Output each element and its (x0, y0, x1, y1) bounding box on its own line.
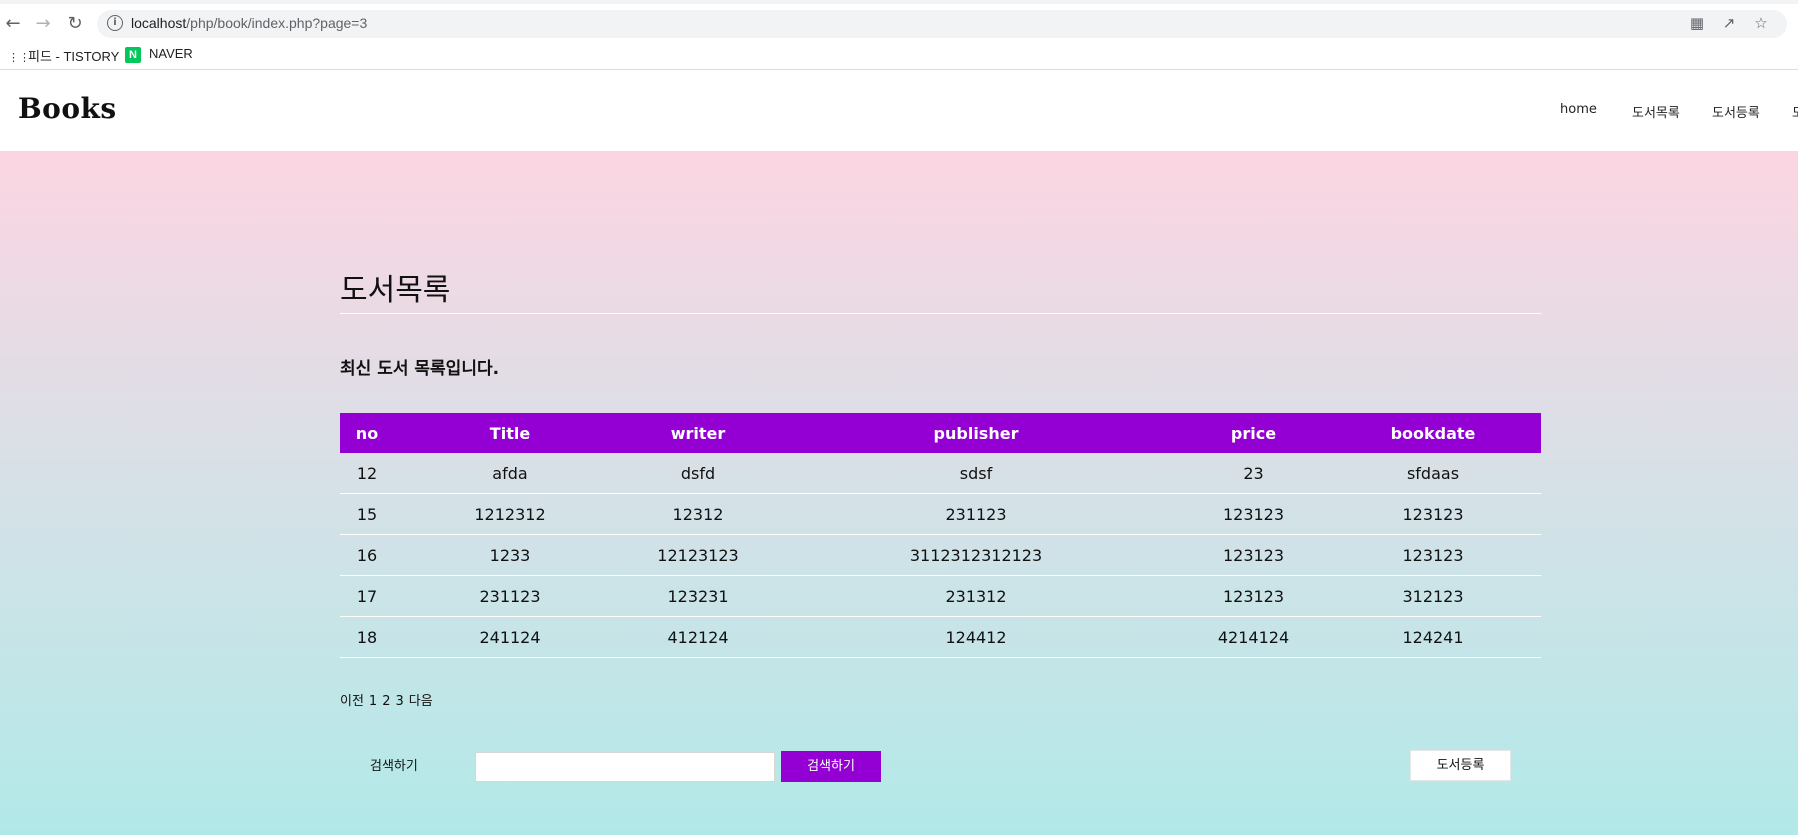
books-table: no Title writer publisher price bookdate… (340, 413, 1541, 658)
search-label: 검색하기 (370, 759, 418, 774)
nav-book-register[interactable]: 도서등록 (1712, 102, 1760, 121)
cell-publisher: 231312 (770, 575, 1182, 617)
header-title: Title (394, 413, 626, 453)
cell-bookdate: 123123 (1325, 534, 1541, 576)
star-icon[interactable]: ☆ (1745, 14, 1777, 32)
cell-price: 123123 (1182, 493, 1325, 535)
cell-no: 12 (340, 453, 394, 494)
naver-icon: N (125, 46, 141, 63)
cell-no: 16 (340, 534, 394, 576)
translate-icon[interactable]: ▦ (1681, 14, 1713, 32)
cell-no: 15 (340, 493, 394, 535)
search-input[interactable] (475, 752, 775, 782)
site-info-icon[interactable]: i (107, 15, 123, 31)
register-book-button[interactable]: 도서등록 (1410, 750, 1511, 781)
cell-price: 23 (1182, 453, 1325, 494)
cell-title[interactable]: 241124 (394, 616, 626, 658)
cell-bookdate: 123123 (1325, 493, 1541, 535)
site-logo[interactable]: Books (18, 92, 117, 125)
table-row[interactable]: 18 241124 412124 124412 4214124 124241 (340, 616, 1541, 658)
cell-publisher: sdsf (770, 453, 1182, 494)
share-icon[interactable]: ↗ (1713, 14, 1745, 32)
cell-publisher: 231123 (770, 493, 1182, 535)
title-divider (340, 313, 1541, 314)
cell-no: 18 (340, 616, 394, 658)
pagination: 이전 1 2 3 다음 (340, 690, 438, 709)
bookmark-tistory[interactable]: ⋮⋮피드 - TISTORY (8, 46, 119, 65)
url-host: localhost (131, 15, 187, 31)
cell-bookdate: 312123 (1325, 575, 1541, 617)
cell-bookdate: sfdaas (1325, 453, 1541, 494)
cell-publisher: 124412 (770, 616, 1182, 658)
bookmark-label: 피드 - TISTORY (28, 49, 120, 64)
header-publisher: publisher (770, 413, 1182, 453)
cell-writer: 412124 (626, 616, 770, 658)
back-icon[interactable]: ← (0, 11, 26, 37)
pagination-next[interactable]: 다음 (409, 694, 433, 709)
main-content: 도서목록 최신 도서 목록입니다. no Title writer publis… (0, 151, 1798, 835)
search-button[interactable]: 검색하기 (781, 751, 881, 782)
table-row[interactable]: 16 1233 12123123 3112312312123 123123 12… (340, 534, 1541, 576)
cell-writer: 12312 (626, 493, 770, 535)
cell-price: 123123 (1182, 575, 1325, 617)
bookmark-naver[interactable]: N NAVER (125, 46, 193, 63)
cell-title[interactable]: 1233 (394, 534, 626, 576)
cell-writer: 123231 (626, 575, 770, 617)
cell-writer: 12123123 (626, 534, 770, 576)
cell-bookdate: 124241 (1325, 616, 1541, 658)
pagination-page-3[interactable]: 3 (395, 694, 403, 709)
page-subtitle: 최신 도서 목록입니다. (340, 359, 500, 379)
cell-writer: dsfd (626, 453, 770, 494)
table-row[interactable]: 12 afda dsfd sdsf 23 sfdaas (340, 453, 1541, 494)
nav-home[interactable]: home (1560, 102, 1597, 117)
header-writer: writer (626, 413, 770, 453)
pagination-page-2[interactable]: 2 (382, 694, 390, 709)
address-bar[interactable]: i localhost/php/book/index.php?page=3 ▦ ↗… (97, 10, 1787, 38)
cell-title[interactable]: afda (394, 453, 626, 494)
url-path: /php/book/index.php?page=3 (186, 15, 368, 31)
cell-title[interactable]: 1212312 (394, 493, 626, 535)
site-header: Books home 도서목록 도서등록 도 (0, 70, 1798, 151)
cell-price: 123123 (1182, 534, 1325, 576)
bookmark-label: NAVER (149, 46, 193, 61)
url-text[interactable]: localhost/php/book/index.php?page=3 (131, 15, 367, 31)
reload-icon[interactable]: ↻ (62, 11, 88, 37)
table-header-row: no Title writer publisher price bookdate (340, 413, 1541, 453)
bookmarks-bar: ⋮⋮피드 - TISTORY N NAVER (0, 40, 1798, 70)
tistory-icon: ⋮⋮ (8, 51, 30, 64)
forward-icon[interactable]: → (30, 11, 56, 37)
header-no: no (340, 413, 394, 453)
pagination-prev[interactable]: 이전 (340, 694, 364, 709)
header-price: price (1182, 413, 1325, 453)
cell-no: 17 (340, 575, 394, 617)
page-title: 도서목록 (340, 273, 451, 308)
browser-toolbar: ← → ↻ i localhost/php/book/index.php?pag… (0, 0, 1798, 40)
cell-title[interactable]: 231123 (394, 575, 626, 617)
pagination-page-1[interactable]: 1 (369, 694, 377, 709)
table-row[interactable]: 15 1212312 12312 231123 123123 123123 (340, 493, 1541, 535)
nav-book-list[interactable]: 도서목록 (1632, 102, 1680, 121)
cell-publisher: 3112312312123 (770, 534, 1182, 576)
nav-item-clipped[interactable]: 도 (1792, 102, 1798, 121)
cell-price: 4214124 (1182, 616, 1325, 658)
header-bookdate: bookdate (1325, 413, 1541, 453)
table-row[interactable]: 17 231123 123231 231312 123123 312123 (340, 575, 1541, 617)
